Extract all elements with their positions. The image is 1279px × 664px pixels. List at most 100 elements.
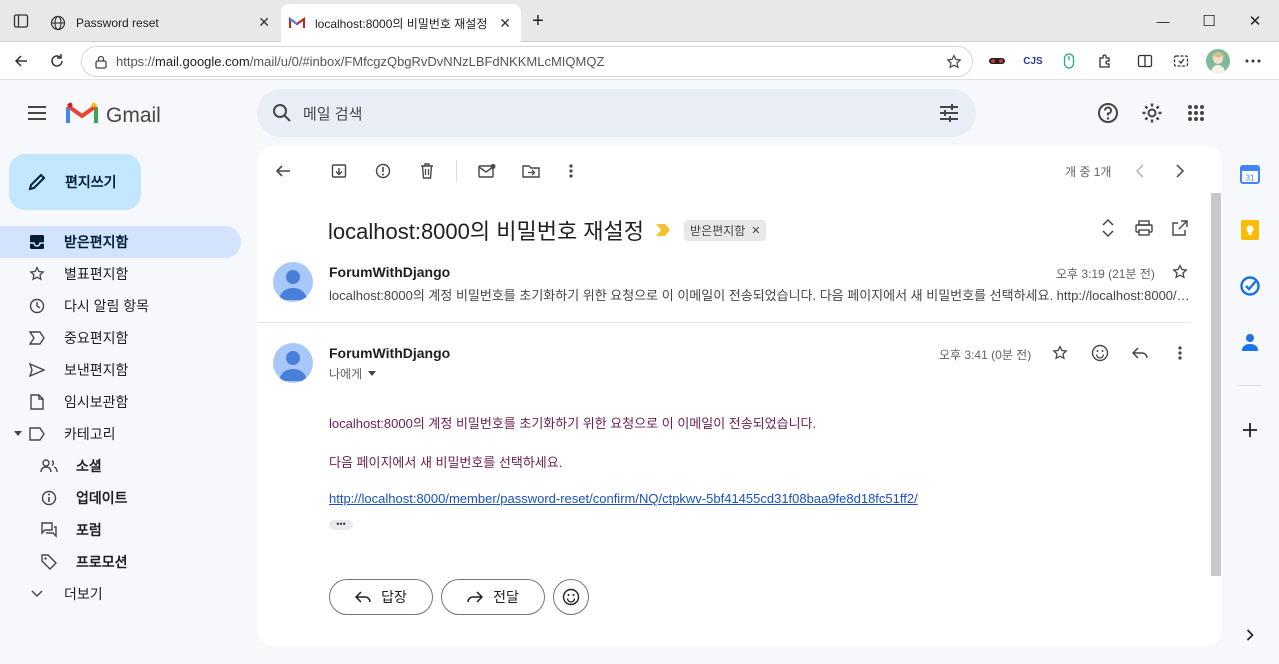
contacts-icon[interactable]	[1238, 330, 1262, 354]
mouse-extension-icon[interactable]	[1058, 50, 1080, 72]
emoji-icon	[562, 588, 580, 606]
help-icon[interactable]	[1095, 100, 1121, 126]
message-more-icon[interactable]	[1167, 340, 1193, 366]
move-to-icon[interactable]	[518, 158, 544, 184]
search-options-icon[interactable]	[939, 104, 959, 122]
older-chevron-icon[interactable]	[1167, 158, 1193, 184]
sidebar-item-social[interactable]: 소셜	[0, 450, 241, 482]
emoji-reaction-button[interactable]	[553, 579, 589, 615]
caret-down-icon[interactable]	[368, 371, 377, 376]
gmail-wordmark: Gmail	[106, 103, 161, 127]
url-bar[interactable]: https://mail.google.com/mail/u/0/#inbox/…	[81, 46, 973, 77]
spy-extension-icon[interactable]	[986, 50, 1008, 72]
sidebar-item-forums[interactable]: 포럼	[0, 514, 241, 546]
address-row: https://mail.google.com/mail/u/0/#inbox/…	[0, 42, 1279, 80]
apps-grid-icon[interactable]	[1183, 100, 1209, 126]
gmail-logo[interactable]: Gmail	[66, 101, 161, 130]
sidebar-item-label: 프로모션	[76, 554, 128, 570]
print-icon[interactable]	[1131, 215, 1157, 241]
avatar	[273, 262, 313, 302]
remove-label-icon[interactable]: ✕	[751, 224, 760, 237]
keep-icon[interactable]	[1238, 218, 1262, 242]
new-tab-button[interactable]: +	[525, 8, 551, 34]
reply-button[interactable]: 답장	[329, 579, 433, 615]
scrollbar[interactable]	[1211, 193, 1221, 576]
gmail-m-icon	[66, 101, 98, 130]
main-menu-icon[interactable]	[24, 100, 50, 126]
forward-button[interactable]: 전달	[441, 579, 545, 615]
back-icon[interactable]	[8, 48, 34, 74]
sidebar-item-inbox[interactable]: 받은편지함	[0, 226, 241, 258]
message-body-line: localhost:8000의 계정 비밀번호를 초기화하기 위한 요청으로 이…	[329, 416, 817, 431]
star-message-icon[interactable]	[1047, 340, 1073, 366]
emoji-react-icon[interactable]	[1087, 340, 1113, 366]
star-icon	[28, 265, 46, 283]
sidebar-item-updates[interactable]: 업데이트	[0, 482, 241, 514]
compose-button[interactable]: 편지쓰기	[9, 154, 141, 210]
caret-down-icon[interactable]	[14, 431, 22, 437]
sidebar-item-snoozed[interactable]: 다시 알림 항목	[0, 290, 241, 322]
reload-icon[interactable]	[44, 48, 70, 74]
extensions-puzzle-icon[interactable]	[1094, 50, 1116, 72]
sidebar-item-drafts[interactable]: 임시보관함	[0, 386, 241, 418]
newer-chevron-icon[interactable]	[1127, 158, 1153, 184]
tab-gmail[interactable]: localhost:8000의 비밀번호 재설정 ✕	[281, 4, 521, 42]
mark-unread-icon[interactable]	[474, 158, 500, 184]
browser-menu-icon[interactable]	[1242, 50, 1264, 72]
settings-gear-icon[interactable]	[1139, 100, 1165, 126]
sidebar-item-sent[interactable]: 보낸편지함	[0, 354, 241, 386]
maximize-button[interactable]: ☐	[1196, 8, 1222, 34]
split-screen-icon[interactable]	[1134, 50, 1156, 72]
sidebar-item-categories[interactable]: 카테고리	[0, 418, 241, 450]
add-addon-icon[interactable]	[1238, 418, 1262, 442]
sidebar-item-more[interactable]: 더보기	[0, 578, 241, 610]
report-spam-icon[interactable]	[370, 158, 396, 184]
chevron-down-icon	[28, 585, 46, 603]
inbox-label-chip[interactable]: 받은편지함 ✕	[684, 219, 767, 241]
sidebar-item-important[interactable]: 중요편지함	[0, 322, 241, 354]
recipient-details[interactable]: 나에게	[329, 365, 377, 382]
show-trimmed-content-button[interactable]: •••	[329, 520, 353, 530]
expand-all-icon[interactable]	[1095, 215, 1121, 241]
sender-name: ForumWithDjango	[329, 345, 451, 361]
tasks-icon[interactable]	[1238, 274, 1262, 298]
search-icon[interactable]	[272, 103, 292, 123]
open-new-window-icon[interactable]	[1167, 215, 1193, 241]
tab-close-icon[interactable]: ✕	[499, 15, 511, 32]
info-icon	[40, 489, 58, 507]
sender-name: ForumWithDjango	[329, 264, 451, 280]
tag-icon	[40, 553, 58, 571]
calendar-icon[interactable]: 31	[1238, 162, 1262, 186]
toolbar-divider	[456, 160, 457, 182]
recipient-text: 나에게	[329, 367, 363, 381]
label-icon	[28, 425, 46, 443]
expand-panel-chevron-icon[interactable]	[1238, 623, 1262, 647]
importance-marker-icon[interactable]	[656, 224, 671, 236]
archive-icon[interactable]	[326, 158, 352, 184]
label-chip-text: 받은편지함	[690, 223, 746, 238]
forward-label: 전달	[493, 589, 519, 605]
more-options-icon[interactable]	[558, 158, 584, 184]
back-to-inbox-icon[interactable]	[270, 158, 296, 184]
star-message-icon[interactable]	[1167, 259, 1193, 285]
close-window-button[interactable]: ✕	[1242, 8, 1268, 34]
profile-avatar[interactable]	[1206, 49, 1230, 73]
reply-icon[interactable]	[1127, 340, 1153, 366]
screenshot-icon[interactable]	[1170, 50, 1192, 72]
sidebar-item-promotions[interactable]: 프로모션	[0, 546, 241, 578]
sidebar-item-label: 별표편지함	[64, 266, 129, 282]
delete-icon[interactable]	[414, 158, 440, 184]
sidebar-item-label: 다시 알림 항목	[64, 298, 150, 314]
sidebar-item-starred[interactable]: 별표편지함	[0, 258, 241, 290]
cjs-extension-icon[interactable]: CJS	[1022, 50, 1044, 72]
search-input[interactable]: 메일 검색	[257, 89, 976, 137]
tab-close-icon[interactable]: ✕	[258, 14, 270, 31]
tab-actions-icon[interactable]	[8, 8, 34, 34]
favorite-star-icon[interactable]	[946, 53, 962, 70]
send-icon	[28, 361, 46, 379]
tab-password-reset[interactable]: Password reset ✕	[44, 6, 280, 39]
minimize-button[interactable]: —	[1150, 8, 1176, 34]
site-info-icon[interactable]	[94, 55, 108, 69]
password-reset-link[interactable]: http://localhost:8000/member/password-re…	[329, 491, 918, 506]
message-snippet[interactable]: localhost:8000의 계정 비밀번호를 초기화하기 위한 요청으로 이…	[329, 285, 1191, 304]
